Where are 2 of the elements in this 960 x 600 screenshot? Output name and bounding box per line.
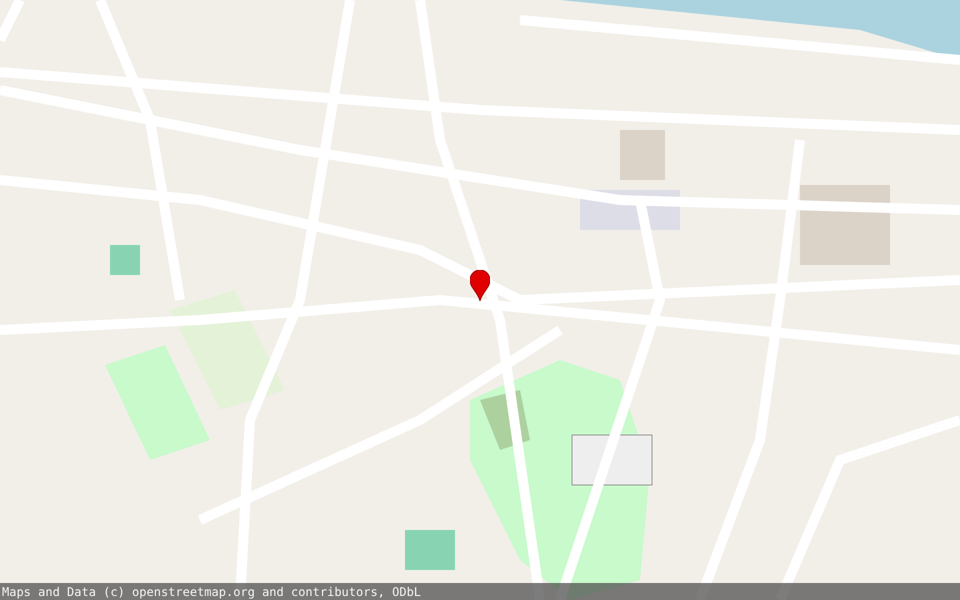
map-pin-icon[interactable]	[470, 270, 490, 301]
attribution-text: Maps and Data (c) openstreetmap.org and contributors, ODbL	[1, 584, 422, 598]
